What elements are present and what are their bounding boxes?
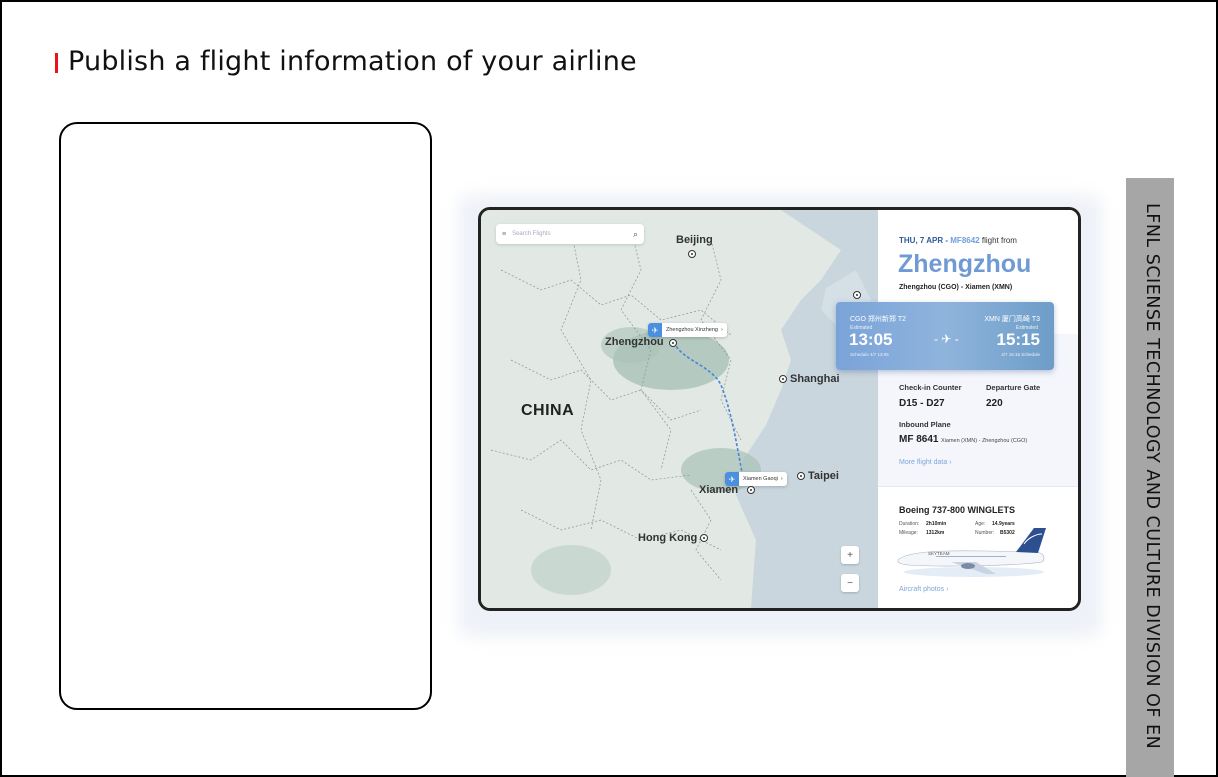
city-label-taipei: Taipei xyxy=(808,470,839,482)
inbound-plane-value: MF 8641 xyxy=(899,434,939,445)
aircraft-livery-text: SKYTEAM xyxy=(928,551,950,556)
city-label-beijing: Beijing xyxy=(676,234,713,246)
city-dot-dalian[interactable] xyxy=(853,291,861,299)
flight-date-line: THU, 7 APR - MF8642 flight from xyxy=(899,236,1017,245)
placeholder-card xyxy=(59,122,432,710)
tablet-mockup: ≡ Search Flights ⌕ Beijing ✈ Zhengzhou X… xyxy=(478,207,1081,611)
panel-divider xyxy=(878,486,1078,487)
flight-route: Zhengzhou (CGO) - Xiamen (XMN) xyxy=(899,284,1013,291)
departure-gate-value: 220 xyxy=(986,398,1003,409)
departure-schedule: Schedule 4/7 13:05 xyxy=(850,352,889,357)
departure-time: 13:05 xyxy=(849,330,893,349)
side-banner-text: LFNL SCIENSE TECHNOLOGY AND CULTURE DIVI… xyxy=(1142,203,1162,750)
inbound-route: Xiamen (XMN) - Zhengzhou (CGO) xyxy=(941,438,1028,444)
city-dot-shanghai[interactable] xyxy=(779,375,787,383)
city-dot-hongkong[interactable] xyxy=(700,534,708,542)
chevron-right-icon: › xyxy=(720,327,723,333)
list-icon: ≡ xyxy=(502,230,507,238)
arrival-airport: XMN 厦门高崎 T3 xyxy=(984,316,1040,323)
departure-gate-label: Departure Gate xyxy=(986,383,1041,392)
flight-number[interactable]: MF8642 xyxy=(950,236,979,245)
origin-airport-tag-label: Zhengzhou Xinzheng xyxy=(666,327,718,333)
arrival-schedule: 4/7 15:15 Schedule xyxy=(1001,352,1040,357)
city-label-zhengzhou: Zhengzhou xyxy=(605,336,664,348)
aircraft-image[interactable]: SKYTEAM xyxy=(896,522,1056,582)
title-accent-bar xyxy=(55,52,58,73)
origin-city-title: Zhengzhou xyxy=(898,250,1032,278)
flight-map[interactable]: ≡ Search Flights ⌕ Beijing ✈ Zhengzhou X… xyxy=(481,210,881,608)
search-placeholder: Search Flights xyxy=(512,231,551,237)
city-dot-zhengzhou[interactable] xyxy=(669,339,677,347)
flight-detail-panel: THU, 7 APR - MF8642 flight from Zhengzho… xyxy=(836,210,1078,608)
departure-airport: CGO 郑州新郑 T2 xyxy=(850,316,907,323)
flight-times-card: CGO 郑州新郑 T2 XMN 厦门高崎 T3 Estimated Estima… xyxy=(836,302,1054,370)
flight-from-text: flight from xyxy=(979,236,1017,245)
inbound-plane-label: Inbound Plane xyxy=(899,420,951,429)
slide-header: Publish a flight information of your air… xyxy=(55,46,637,77)
search-icon[interactable]: ⌕ xyxy=(633,229,638,240)
zoom-in-button[interactable]: + xyxy=(841,546,859,564)
city-label-shanghai: Shanghai xyxy=(790,373,840,385)
chevron-right-icon: › xyxy=(780,476,783,482)
arrival-time: 15:15 xyxy=(996,330,1040,349)
destination-airport-tag-label: Xiamen Gaoqi xyxy=(743,476,778,482)
country-label: CHINA xyxy=(521,402,575,419)
aircraft-name: Boeing 737-800 WINGLETS xyxy=(899,505,1016,515)
plane-icon: - ✈ - xyxy=(934,332,959,346)
city-dot-beijing[interactable] xyxy=(688,250,696,258)
flight-date: THU, 7 APR - xyxy=(899,236,951,245)
origin-airport-tag[interactable]: ✈ Zhengzhou Xinzheng › xyxy=(648,323,727,337)
departure-plane-icon: ✈ xyxy=(648,323,662,337)
aircraft-photos-link[interactable]: Aircraft photos › xyxy=(899,586,948,593)
city-label-xiamen: Xiamen xyxy=(699,484,739,496)
city-dot-taipei[interactable] xyxy=(797,472,805,480)
city-label-hongkong: Hong Kong xyxy=(638,532,698,544)
slide-title: Publish a flight information of your air… xyxy=(68,46,637,77)
more-flight-data-link[interactable]: More flight data › xyxy=(899,459,952,466)
search-flights-input[interactable]: ≡ Search Flights ⌕ xyxy=(496,224,644,244)
zoom-out-button[interactable]: − xyxy=(841,574,859,592)
city-dot-xiamen[interactable] xyxy=(747,486,755,494)
checkin-counter-label: Check-in Counter xyxy=(899,383,962,392)
checkin-counter-value: D15 - D27 xyxy=(899,398,945,409)
